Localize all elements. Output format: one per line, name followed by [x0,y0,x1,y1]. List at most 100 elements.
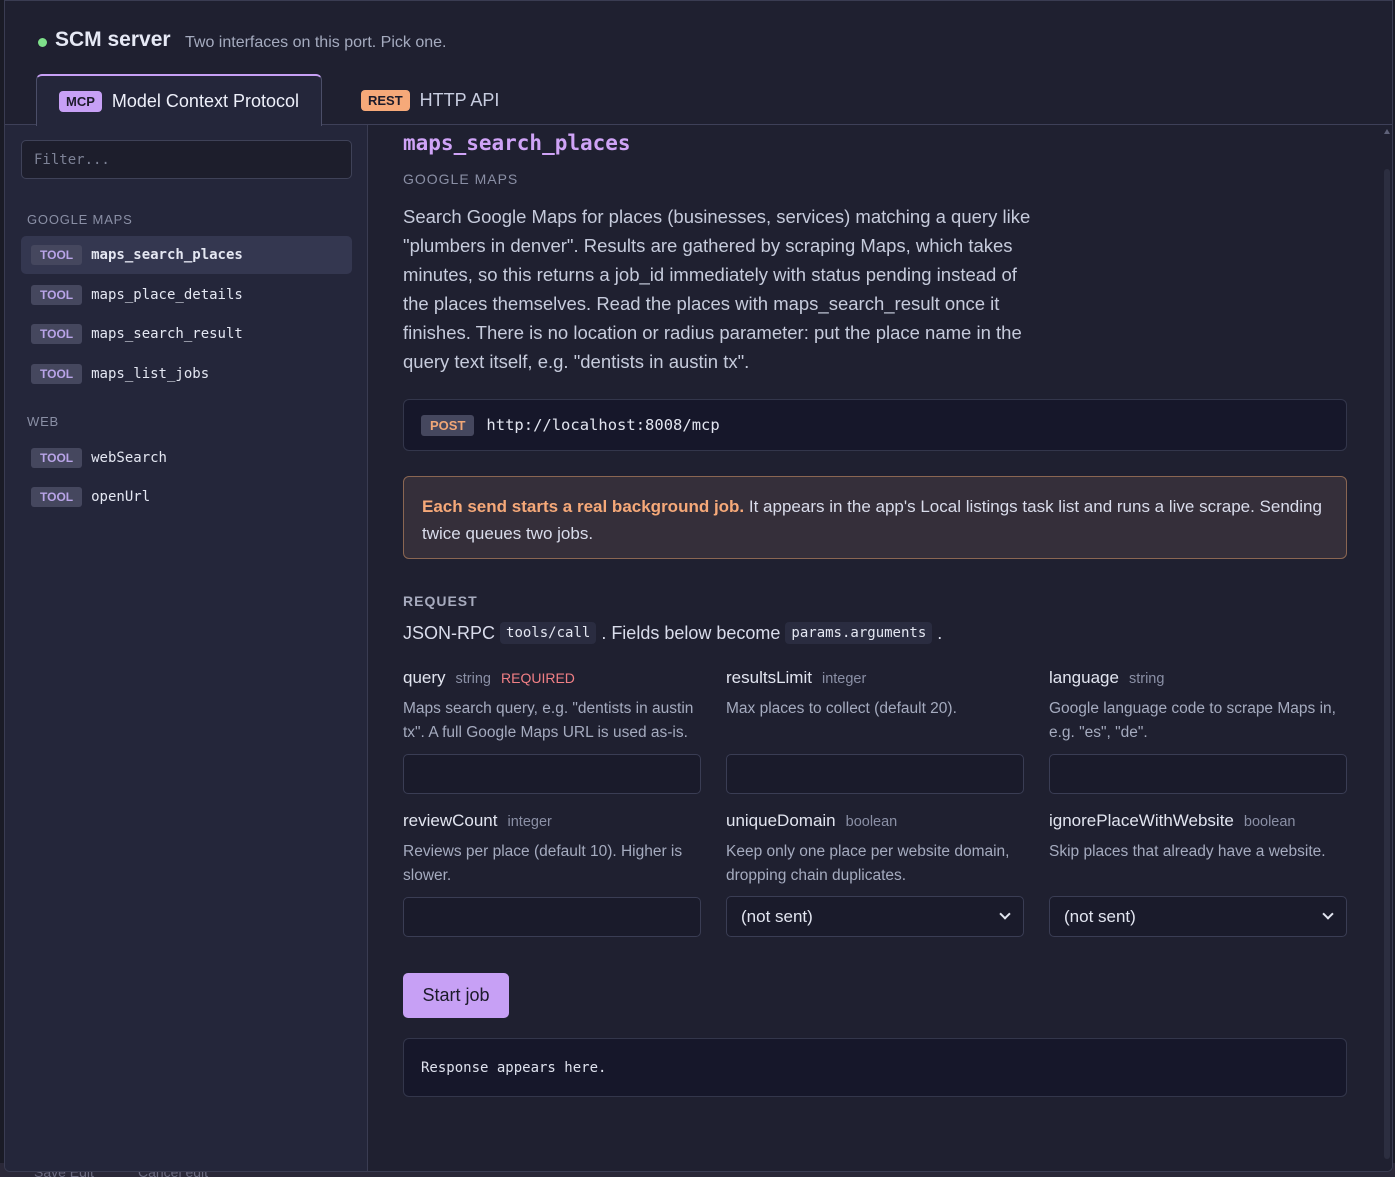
background-job-warning: Each send starts a real background job. … [403,476,1347,559]
tool-item-maps-search-places[interactable]: TOOL maps_search_places [21,236,352,274]
review-count-input[interactable] [403,897,701,937]
field-help-line: Keep only one place per website domain, [726,843,1010,860]
description-line: "plumbers in denver". Results are gather… [403,235,1013,256]
tool-name: maps_place_details [91,287,243,303]
results-limit-input[interactable] [726,754,1024,794]
tool-badge: TOOL [31,364,83,384]
tool-badge: TOOL [31,324,83,344]
field-name: ignorePlaceWithWebsite [1049,811,1234,830]
field-help: Skip places that already have a website. [1049,840,1347,888]
warning-text-line2: twice queues two jobs. [422,524,594,543]
tool-sidebar: GOOGLE MAPS TOOL maps_search_places TOOL… [5,125,368,1171]
params-arguments-code: params.arguments [785,622,933,644]
tool-item-maps-search-result[interactable]: TOOL maps_search_result [21,315,352,353]
tool-name: maps_list_jobs [91,366,210,382]
field-language: language string Google language code to s… [1049,668,1347,794]
field-help-line: dropping chain duplicates. [726,867,907,884]
field-type: boolean [845,814,898,830]
field-name: query [403,668,446,687]
field-help-line: Reviews per place (default 10). Higher i… [403,843,683,860]
dialog-header: SCM server Two interfaces on this port. … [5,1,1392,126]
tab-mcp-label: Model Context Protocol [111,90,299,111]
server-title: SCM server [55,28,171,51]
main-scrollbar[interactable] [1382,125,1392,1171]
field-type: boolean [1243,814,1296,830]
warning-text: It appears in the app's Local listings t… [744,497,1322,516]
description-line: query text itself, e.g. "dentists in aus… [403,351,750,372]
endpoint-url[interactable]: http://localhost:8008/mcp [486,416,719,434]
field-help-line: tx". A full Google Maps URL is used as-i… [403,724,688,741]
field-help-line: Max places to collect (default 20). [726,700,957,717]
language-input[interactable] [1049,754,1347,794]
tool-badge: TOOL [31,448,83,468]
group-label-google-maps: GOOGLE MAPS [27,212,133,227]
tool-badge: TOOL [31,285,83,305]
response-output: Response appears here. [403,1038,1347,1097]
field-name: reviewCount [403,811,498,830]
field-unique-domain: uniqueDomain boolean Keep only one place … [726,811,1024,937]
start-job-button[interactable]: Start job [403,973,509,1018]
field-name: resultsLimit [726,668,812,687]
http-method-badge: POST [421,414,475,436]
chevron-down-icon [999,908,1011,920]
tab-http-api-label: HTTP API [419,89,500,110]
field-help-line: Maps search query, e.g. "dentists in aus… [403,700,694,717]
tool-item-openurl[interactable]: TOOL openUrl [21,478,352,516]
tool-item-maps-place-details[interactable]: TOOL maps_place_details [21,276,352,314]
ignore-place-with-website-select[interactable]: (not sent) [1049,896,1347,937]
field-ignore-place-with-website: ignorePlaceWithWebsite boolean Skip place… [1049,811,1347,937]
description-line: the places themselves. Read the places w… [403,293,1000,314]
field-type: integer [821,671,867,687]
endpoint-box: POST http://localhost:8008/mcp [403,399,1347,451]
field-help: Reviews per place (default 10). Higher i… [403,840,701,888]
tool-badge: TOOL [31,245,83,265]
tool-name: openUrl [91,489,151,505]
rest-badge: REST [361,89,410,111]
field-query: query string REQUIRED Maps search query, e… [403,668,701,794]
scrollbar-thumb[interactable] [1384,169,1390,1159]
required-label: REQUIRED [501,670,575,686]
tool-description: Search Google Maps for places (businesse… [403,202,1043,376]
field-type: string [1128,671,1165,687]
request-suffix: . [937,622,943,643]
server-subtitle: Two interfaces on this port. Pick one. [185,34,447,51]
field-help: Max places to collect (default 20). [726,697,1024,745]
rpc-method-code: tools/call [500,622,597,644]
tool-item-websearch[interactable]: TOOL webSearch [21,439,352,477]
request-middle: . Fields below become [601,622,781,643]
tool-name: maps_search_places [91,247,243,263]
request-description: JSON-RPC tools/call . Fields below becom… [403,622,942,644]
field-help-line: e.g. "es", "de". [1049,724,1148,741]
request-prefix: JSON-RPC [403,622,496,643]
group-label-web: WEB [27,414,60,429]
field-help-line: Google language code to scrape Maps in, [1049,700,1336,717]
mcp-badge: MCP [59,90,102,112]
tab-http-api[interactable]: REST HTTP API [339,74,521,126]
field-type: string [455,671,491,687]
warning-bold: Each send starts a real background job. [422,497,745,516]
tool-badge: TOOL [31,487,83,507]
field-results-limit: resultsLimit integer Max places to collec… [726,668,1024,794]
tool-name: maps_search_result [91,326,243,342]
tool-name: webSearch [91,450,167,466]
description-line: minutes, so this returns a job_id immedi… [403,264,1017,285]
field-name: language [1049,668,1119,687]
select-value: (not sent) [1064,906,1136,926]
status-dot-icon [38,38,47,47]
description-line: finishes. There is no location or radius… [403,322,1022,343]
tool-item-maps-list-jobs[interactable]: TOOL maps_list_jobs [21,355,352,393]
query-input[interactable] [403,754,701,794]
description-line: Search Google Maps for places (businesse… [403,206,1031,227]
scroll-up-arrow-icon[interactable] [1384,129,1390,134]
tab-mcp[interactable]: MCP Model Context Protocol [36,74,322,126]
field-name: uniqueDomain [726,811,836,830]
field-review-count: reviewCount integer Reviews per place (de… [403,811,701,937]
filter-input[interactable] [21,140,352,179]
field-help-line: slower. [403,867,452,884]
request-label: REQUEST [403,593,478,609]
tool-group-label: GOOGLE MAPS [403,171,519,187]
field-type: integer [507,814,552,830]
unique-domain-select[interactable]: (not sent) [726,896,1024,937]
tool-detail-panel: maps_search_places GOOGLE MAPS Search Go… [369,125,1392,1171]
tool-title: maps_search_places [403,131,631,155]
